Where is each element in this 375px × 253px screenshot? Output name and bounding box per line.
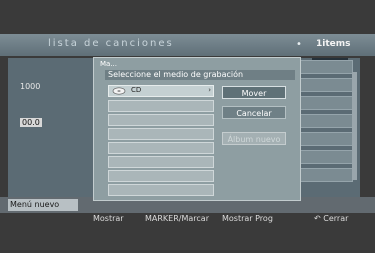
chevron-right-icon: › [208,86,211,94]
close-icon: ↶ [314,214,321,223]
footer-marker: MARKER/Marcar [145,214,209,223]
track-bar[interactable] [295,150,353,164]
media-option[interactable] [108,100,214,112]
track-bar[interactable] [295,78,353,92]
header-bar: lista de canciones • 1items [0,34,375,56]
scrollbar[interactable] [352,72,357,180]
track-bar[interactable] [295,132,353,146]
track-bar[interactable] [295,114,353,128]
media-option[interactable] [108,170,214,182]
screen: lista de canciones • 1items 1000 00.0 Me… [0,0,375,253]
footer-show-prog: Mostrar Prog [222,214,273,223]
media-option[interactable] [108,156,214,168]
media-option[interactable] [108,184,214,196]
media-option-selected[interactable]: CD › [108,85,214,97]
header-dot-icon: • [296,39,302,50]
move-button[interactable]: Mover [222,86,286,99]
media-option-label: CD [131,86,142,94]
list-item[interactable]: 1000 [20,82,40,91]
track-bars [295,60,353,186]
track-bar[interactable] [295,96,353,110]
disc-icon [112,87,126,95]
new-album-button[interactable]: Álbum nuevo [222,132,286,145]
track-bar[interactable] [295,60,353,74]
footer-close: ↶ Cerrar [314,214,348,223]
footer-close-label: Cerrar [323,214,349,223]
media-option[interactable] [108,142,214,154]
track-bar[interactable] [295,168,353,182]
page-title: lista de canciones [48,38,174,49]
media-option[interactable] [108,128,214,140]
new-menu-label: Menú nuevo [10,200,60,209]
cancel-button[interactable]: Cancelar [222,106,286,119]
list-item[interactable]: 00.0 [20,118,42,127]
item-count: 1items [316,39,351,49]
media-option[interactable] [108,114,214,126]
footer-show: Mostrar [93,214,124,223]
dialog-title: Seleccione el medio de grabación [105,70,295,80]
dialog-caption: Ma... [100,60,118,68]
